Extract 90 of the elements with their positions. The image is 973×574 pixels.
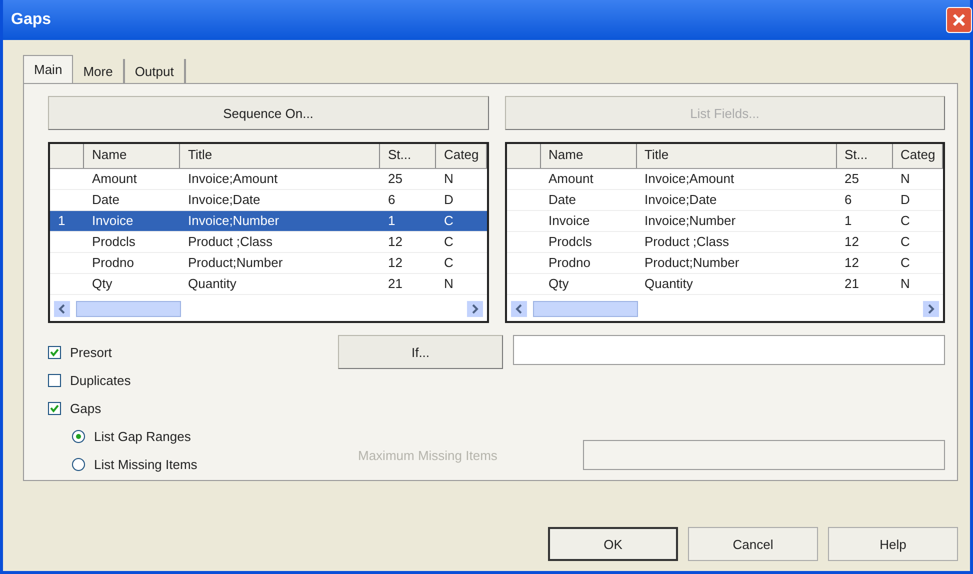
table-row[interactable]: Qty Quantity 21 N [50, 274, 486, 295]
table-cell: Invoice;Number [644, 213, 736, 228]
table-cell: 12 [844, 255, 859, 270]
radio-label: List Missing Items [94, 457, 198, 472]
table-cell: Invoice;Date [188, 192, 260, 207]
table-row[interactable]: Amount Invoice;Amount 25 N [506, 169, 943, 190]
table-row[interactable]: 1 Invoice Invoice;Number 1 C [50, 211, 486, 232]
table-row[interactable]: Prodcls Product ;Class 12 C [506, 232, 943, 253]
radio-label: List Gap Ranges [94, 429, 191, 444]
table-cell: Amount [548, 171, 594, 186]
table-cell: C [444, 213, 454, 228]
table-cell: Invoice;Amount [188, 171, 278, 186]
table-cell: 25 [388, 171, 402, 186]
table-cell: 21 [388, 276, 402, 291]
table-cell: Qty [92, 276, 112, 291]
checkbox-label: Gaps [70, 401, 102, 416]
maximum-missing-items-label: Maximum Missing Items [358, 448, 498, 462]
table-cell: D [900, 192, 910, 207]
row-marker: 1 [58, 213, 66, 228]
column-header[interactable]: Title [636, 144, 836, 168]
table-row[interactable]: Prodcls Product ;Class 12 C [50, 232, 486, 253]
table-cell: 12 [388, 234, 402, 249]
dialog-button[interactable]: Help [828, 527, 958, 561]
column-header[interactable]: St... [380, 144, 436, 168]
scrollbar-thumb[interactable] [76, 301, 181, 317]
table-cell: D [444, 192, 454, 207]
sequence-on-button[interactable]: Sequence On... [48, 96, 488, 130]
tab[interactable]: Main [23, 55, 74, 83]
column-header[interactable]: Name [540, 144, 636, 168]
window-title: Gaps [11, 11, 52, 29]
table-cell: Product;Number [188, 255, 283, 270]
table-row[interactable]: Prodno Product;Number 12 C [506, 253, 943, 274]
table-cell: N [900, 171, 910, 186]
checkbox-label: Presort [70, 345, 112, 360]
table-cell: Product;Number [644, 255, 740, 270]
column-header[interactable]: Categ [892, 144, 943, 168]
table-cell: Amount [92, 171, 137, 186]
table-cell: 21 [844, 276, 859, 291]
column-header[interactable]: Categ [436, 144, 486, 168]
table-cell: Qty [548, 276, 569, 291]
table-cell: 12 [844, 234, 859, 249]
table-cell: C [900, 255, 910, 270]
table-cell: Quantity [188, 276, 236, 291]
table-row[interactable]: Date Invoice;Date 6 D [506, 190, 943, 211]
scrollbar-thumb[interactable] [532, 301, 638, 317]
table-cell: 12 [388, 255, 402, 270]
table-cell: 6 [844, 192, 852, 207]
column-header[interactable]: St... [836, 144, 892, 168]
table-cell: C [900, 234, 910, 249]
table-cell: Product ;Class [188, 234, 273, 249]
table-cell: Prodno [548, 255, 590, 270]
table-cell: Prodno [92, 255, 134, 270]
table-cell: 1 [388, 213, 396, 228]
checkbox-label: Duplicates [70, 373, 131, 388]
table-row[interactable]: Prodno Product;Number 12 C [50, 253, 486, 274]
table-cell: C [900, 213, 910, 228]
dialog-button[interactable]: Cancel [688, 527, 818, 561]
column-header[interactable]: Name [84, 144, 180, 168]
checkbox[interactable] [48, 374, 61, 387]
table-cell: Quantity [644, 276, 693, 291]
radio-button[interactable] [72, 430, 85, 443]
if-button[interactable]: If... [338, 335, 503, 369]
table-cell: Invoice;Number [188, 213, 280, 228]
radio-button[interactable] [72, 458, 85, 471]
table-cell: Invoice;Amount [644, 171, 734, 186]
table-row[interactable]: Amount Invoice;Amount 25 N [50, 169, 486, 190]
table-cell: 6 [388, 192, 396, 207]
table-cell: N [444, 276, 454, 291]
table-cell: N [444, 171, 454, 186]
table-row[interactable]: Invoice Invoice;Number 1 C [506, 211, 943, 232]
checkbox[interactable] [48, 402, 61, 415]
table-cell: Invoice [92, 213, 134, 228]
checkbox[interactable] [48, 346, 61, 359]
column-header[interactable]: Title [180, 144, 380, 168]
dialog-button[interactable]: OK [548, 527, 678, 561]
close-icon[interactable] [946, 7, 972, 33]
table-row[interactable]: Qty Quantity 21 N [506, 274, 943, 295]
table-cell: Invoice;Date [644, 192, 717, 207]
table-cell: Prodcls [92, 234, 136, 249]
table-cell: N [900, 276, 910, 291]
table-cell: Product ;Class [644, 234, 730, 249]
condition-field[interactable] [513, 335, 945, 365]
table-cell: C [444, 234, 454, 249]
table-cell: Date [548, 192, 576, 207]
table-cell: Prodcls [548, 234, 592, 249]
table-cell: 1 [844, 213, 852, 228]
table-cell: Date [92, 192, 120, 207]
table-cell: C [444, 255, 454, 270]
table-cell: Invoice [548, 213, 590, 228]
table-cell: 25 [844, 171, 859, 186]
